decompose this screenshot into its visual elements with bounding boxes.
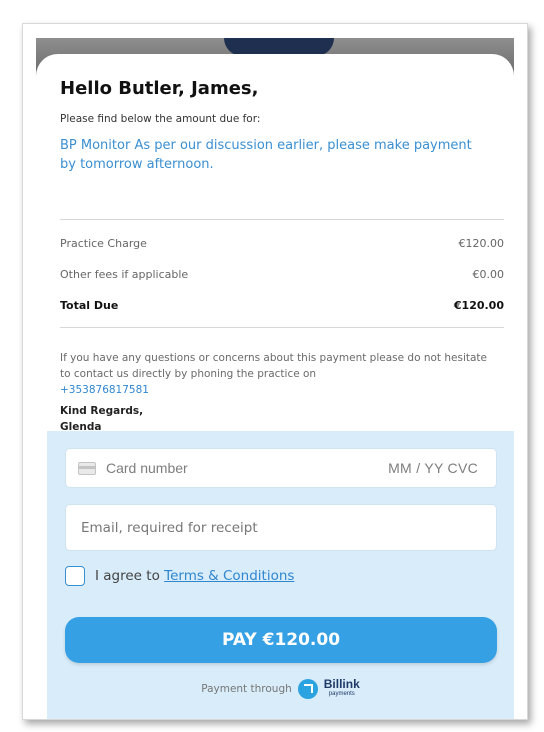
- subtitle: Please find below the amount due for:: [60, 113, 261, 125]
- brand-sub: payments: [328, 691, 355, 697]
- total-label: Total Due: [60, 299, 119, 312]
- charge-row: Practice Charge €120.00: [60, 237, 504, 250]
- card-number-field[interactable]: Card number MM / YY CVC: [65, 448, 497, 488]
- email-field-wrapper: [65, 504, 497, 551]
- expiry-cvc-placeholder: MM / YY CVC: [388, 460, 478, 476]
- email-input[interactable]: [66, 505, 496, 550]
- charge-row: Other fees if applicable €0.00: [60, 268, 504, 281]
- contact-note: If you have any questions or concerns ab…: [60, 352, 488, 380]
- payment-through-text: Payment through: [201, 683, 292, 695]
- divider: [60, 327, 504, 328]
- divider: [60, 219, 504, 220]
- terms-link[interactable]: Terms & Conditions: [164, 568, 294, 584]
- brand-name: Billink: [323, 677, 360, 691]
- regards-text: Kind Regards,: [60, 405, 144, 417]
- pay-button[interactable]: PAY €120.00: [65, 617, 497, 663]
- agree-text: I agree to: [95, 568, 160, 584]
- greeting: Hello Butler, James,: [60, 78, 259, 99]
- payment-description: BP Monitor As per our discussion earlier…: [60, 138, 472, 172]
- billink-logo-icon: [297, 679, 318, 699]
- credit-card-icon: [78, 462, 96, 475]
- charge-label: Other fees if applicable: [60, 268, 189, 281]
- billink-brand: Billink payments: [323, 677, 360, 699]
- invoice-card: Hello Butler, James, Please find below t…: [36, 54, 514, 719]
- charge-amount: €120.00: [458, 237, 505, 250]
- payment-provider: Payment through Billink payments: [47, 677, 514, 699]
- card-number-placeholder: Card number: [106, 460, 188, 476]
- charge-amount: €0.00: [472, 268, 505, 281]
- terms-checkbox[interactable]: [65, 566, 85, 586]
- payment-panel: Card number MM / YY CVC I agree to Terms…: [47, 431, 514, 719]
- invoice-window: Hello Butler, James, Please find below t…: [22, 23, 528, 720]
- total-amount: €120.00: [453, 299, 504, 312]
- phone-link[interactable]: +353876817581: [60, 384, 149, 396]
- terms-agreement: I agree to Terms & Conditions: [95, 568, 294, 584]
- total-row: Total Due €120.00: [60, 299, 504, 312]
- charge-label: Practice Charge: [60, 237, 147, 250]
